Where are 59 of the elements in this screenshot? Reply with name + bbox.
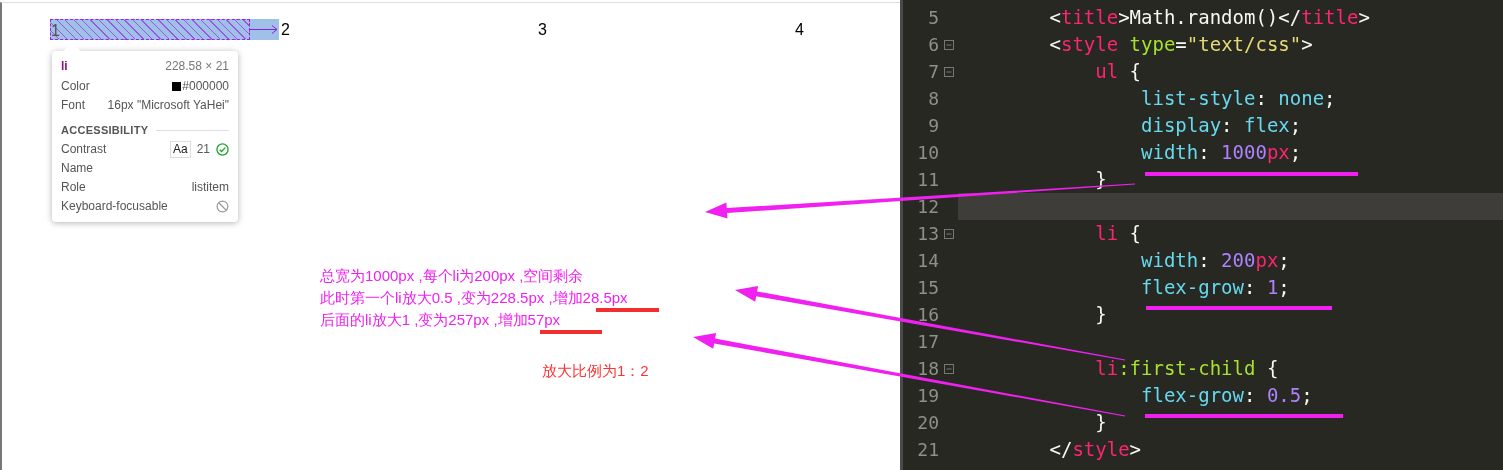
code-line: width: 1000px;	[1140, 140, 1302, 165]
code-line: width: 200px;	[1140, 248, 1290, 273]
code-line: <style type="text/css">	[1048, 32, 1313, 57]
code-line: list-style: none;	[1140, 86, 1336, 111]
fold-icon[interactable]	[943, 39, 954, 50]
code-line: flex-grow: 0.5;	[1140, 383, 1313, 408]
line-number: 17	[916, 333, 939, 350]
tag-name: li	[61, 58, 68, 75]
fold-icon[interactable]	[943, 228, 954, 239]
fold-icon[interactable]	[943, 66, 954, 77]
annotation-text: 后面的li放大1 ,变为257px ,增加57px	[320, 310, 562, 330]
annotation-text: 此时第一个li放大0.5 ,变为228.5px ,增加28.5px	[320, 288, 628, 308]
line-number: 11	[916, 171, 939, 188]
line-number: 13	[916, 225, 939, 242]
code-line: display: flex;	[1140, 113, 1302, 138]
line-number: 8	[927, 90, 939, 107]
property-label: Font	[61, 97, 85, 114]
list-item-label: 3	[538, 21, 547, 38]
line-number: 18	[916, 360, 939, 377]
property-label: Role	[61, 179, 86, 196]
code-line: ul {	[1094, 59, 1142, 84]
line-number: 14	[916, 252, 939, 269]
line-number: 6	[927, 36, 939, 53]
contrast-sample: Aa	[169, 141, 191, 158]
element-size: 228.58 × 21	[165, 58, 229, 75]
property-label: Keyboard-focusable	[61, 198, 168, 215]
highlight-underline	[596, 308, 659, 312]
fold-icon[interactable]	[943, 363, 954, 374]
line-number: 15	[916, 279, 939, 296]
highlight-underline	[540, 330, 602, 334]
code-line: }	[1094, 410, 1107, 435]
list-item-label: 2	[281, 21, 290, 38]
line-number: 19	[916, 387, 939, 404]
code-line: li {	[1094, 221, 1142, 246]
line-number: 16	[916, 306, 939, 323]
line-number: 10	[916, 144, 939, 161]
property-label: Color	[61, 78, 90, 95]
code-line: flex-grow: 1;	[1140, 275, 1290, 300]
property-value: listitem	[191, 179, 229, 196]
list-item-label: 4	[795, 21, 804, 38]
property-value: #000000	[182, 78, 229, 95]
line-number: 21	[916, 441, 939, 458]
annotation-text: 放大比例为1：2	[542, 361, 649, 381]
code-line: li:first-child {	[1094, 356, 1279, 381]
section-heading: ACCESSIBILITY	[61, 123, 149, 138]
property-value: 16px "Microsoft YaHei"	[107, 97, 229, 114]
contrast-ratio: 21	[196, 141, 210, 158]
annotation-text: 总宽为1000px ,每个li为200px ,空间剩余	[320, 266, 585, 286]
line-number: 20	[916, 414, 939, 431]
code-line: </style>	[1048, 437, 1142, 462]
code-line: }	[1094, 302, 1107, 327]
line-number: 7	[927, 63, 939, 80]
line-number: 5	[927, 9, 939, 26]
code-line: }	[1094, 167, 1107, 192]
property-label: Contrast	[61, 141, 107, 158]
code-line: <title>Math.random()</title>	[1048, 5, 1370, 30]
line-number: 9	[927, 117, 939, 134]
line-number: 12	[916, 198, 939, 215]
property-label: Name	[61, 160, 93, 177]
